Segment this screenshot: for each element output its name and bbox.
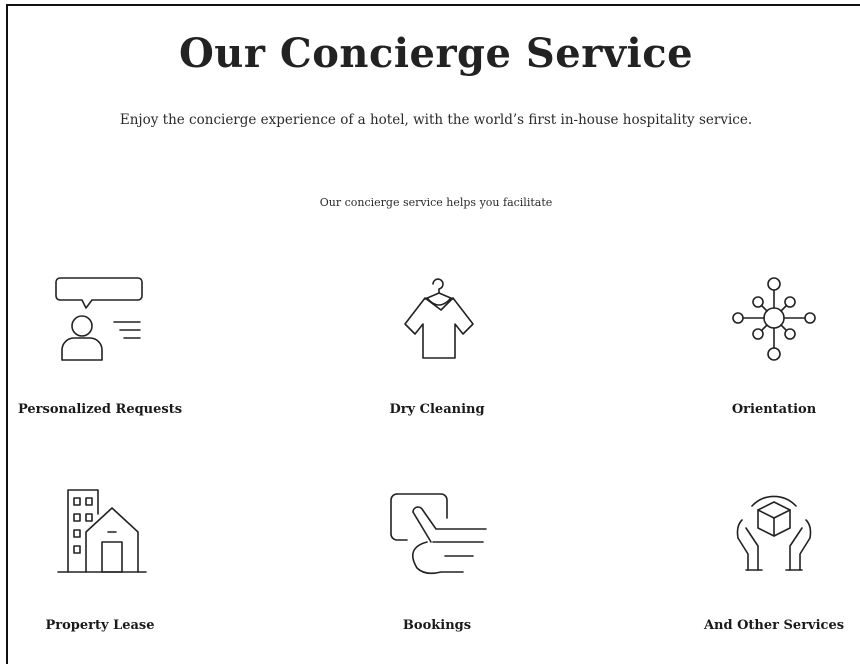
buildings-icon: [57, 489, 147, 573]
service-label: Orientation: [731, 402, 817, 417]
service-label: Personalized Requests: [17, 402, 183, 417]
service-label: Dry Cleaning: [389, 402, 485, 417]
network-nodes-icon: [732, 277, 816, 361]
services-lead: Our concierge service helps you facilita…: [319, 196, 553, 209]
service-label: Bookings: [402, 618, 472, 633]
shirt-hanger-icon: [404, 278, 474, 359]
page-title: Our Concierge Service: [178, 30, 694, 77]
chat-person-icon: [55, 277, 143, 361]
hands-box-icon: [736, 495, 812, 571]
hand-tap-icon: [390, 493, 487, 575]
service-label: And Other Services: [703, 618, 845, 633]
service-label: Property Lease: [45, 618, 155, 633]
page-subtitle: Enjoy the concierge experience of a hote…: [119, 112, 753, 128]
